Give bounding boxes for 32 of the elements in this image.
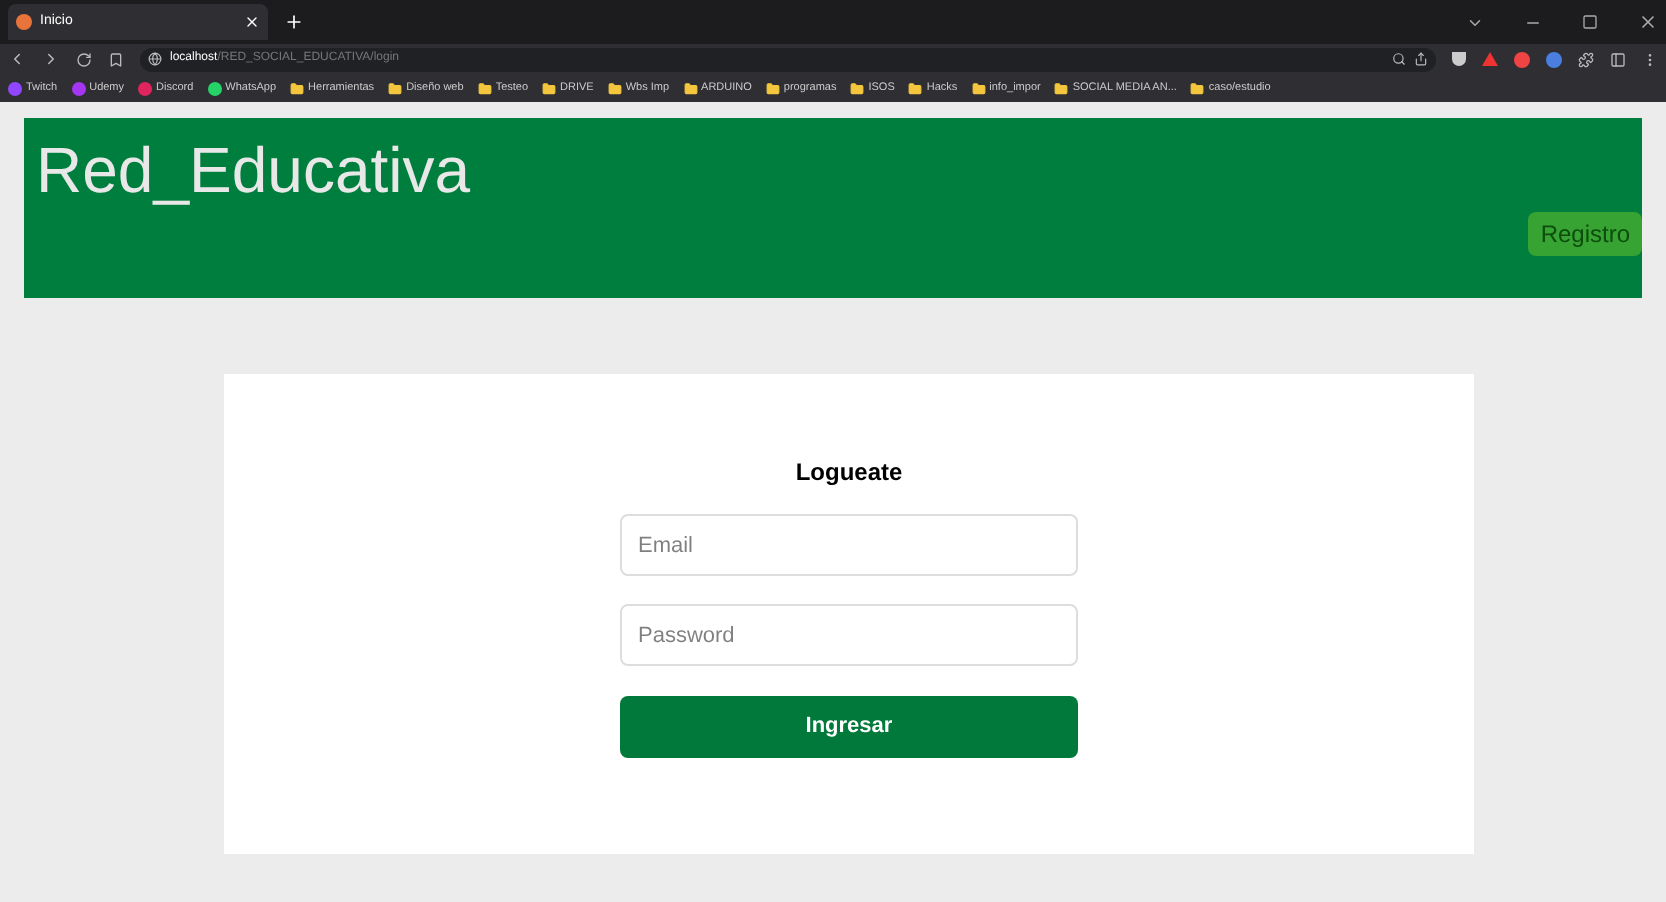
close-icon[interactable] [244,14,260,30]
folder-icon [607,81,622,95]
bookmark-icon[interactable] [108,51,124,67]
folder-icon [850,81,865,95]
favicon-icon [16,14,32,30]
folder-icon [971,81,986,95]
password-field[interactable]: Password [620,604,1078,666]
forward-icon[interactable] [42,50,60,68]
folder-icon [1190,81,1205,95]
maximize-icon[interactable] [1582,14,1598,30]
folder-icon [542,81,557,95]
brand-title: Red_Educativa [36,138,471,202]
folder-icon [1054,81,1069,95]
email-field[interactable]: Email [620,514,1078,576]
folder-icon [290,81,305,95]
puzzle-icon[interactable] [1578,51,1594,67]
reload-icon[interactable] [76,51,92,67]
login-button[interactable]: Ingresar [620,696,1078,758]
site-info-icon[interactable] [148,52,162,66]
folder-icon [388,81,403,95]
zoom-icon[interactable] [1392,52,1406,66]
side-panel-icon[interactable] [1610,51,1626,67]
back-icon[interactable] [8,50,26,68]
folder-icon [765,81,780,95]
new-tab-icon[interactable] [284,12,304,32]
share-icon[interactable] [1414,52,1428,66]
login-title: Logueate [795,456,903,490]
folder-icon [683,81,698,95]
folder-icon [477,81,492,95]
close-icon[interactable] [1638,12,1658,32]
shield-icon[interactable] [1452,52,1466,66]
folder-icon [908,81,923,95]
